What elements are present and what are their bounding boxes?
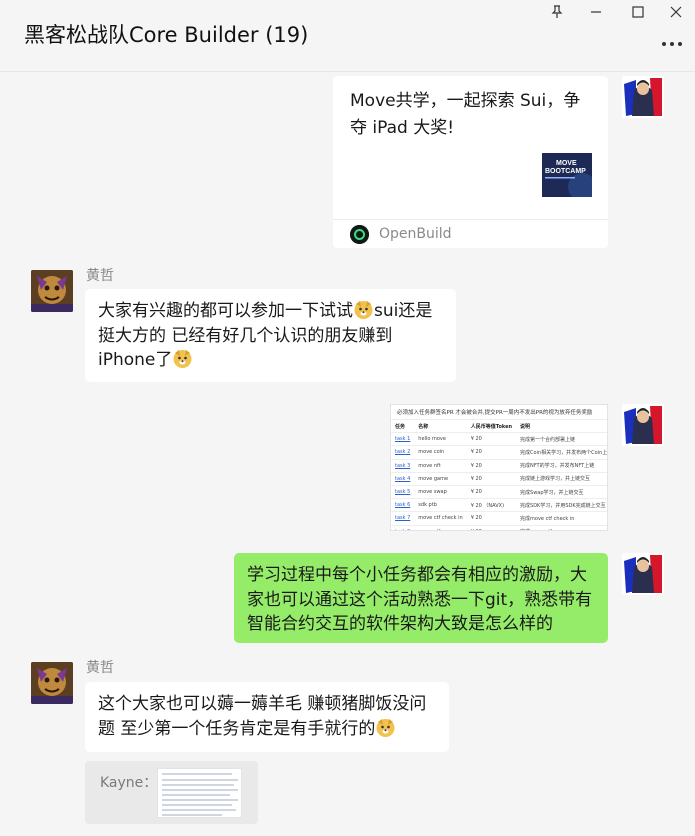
task-link[interactable]: task 7 — [391, 511, 415, 525]
task-table-header: 人民币等值Token — [466, 418, 517, 433]
message-text-line: 题 至少第一个任务肯定是有手就行的 — [98, 718, 376, 739]
sender-avatar[interactable] — [31, 662, 73, 704]
task-table-cell: ¥ 20 — [466, 511, 517, 525]
link-card-source: OpenBuild — [379, 226, 452, 242]
task-table-cell: 完成Swap学习，并上链交互 — [516, 484, 607, 499]
link-card[interactable]: Move共学，一起探索 Sui，争夺 iPad 大奖! MOVE BOOTCAM… — [333, 76, 608, 248]
message-bubble[interactable]: 这个大家也可以薅一薅羊毛 赚顿猪脚饭没问 题 至少第一个任务肯定是有手就行的 — [85, 682, 449, 752]
task-table-row: task 7 move ctf check in ¥ 20 完成move ctf ch… — [391, 511, 607, 525]
task-table-header: 任务 — [391, 418, 415, 433]
chat-title: 黑客松战队Core Builder (19) — [24, 23, 309, 47]
message-text: 学习过程中每个小任务都会有相应的激励，大家也可以通过这个活动熟悉一下git，熟悉… — [247, 565, 593, 634]
task-table-row: task 5 move swap ¥ 20 完成Swap学习，并上链交互 — [391, 484, 607, 499]
task-table-cell: ¥ 20 — [466, 432, 517, 446]
pin-icon[interactable] — [543, 2, 571, 22]
task-table-cell: move nft — [414, 458, 467, 473]
task-link[interactable]: task 1 — [391, 432, 415, 446]
sender-name: 黄哲 — [86, 660, 114, 676]
maximize-icon[interactable] — [624, 2, 652, 22]
task-table-row: task 4 move game ¥ 20 完成链上游戏学习，并上链交互 — [391, 471, 607, 486]
self-avatar[interactable] — [622, 404, 664, 446]
doge-emoji-icon — [172, 348, 193, 369]
self-avatar[interactable] — [622, 76, 664, 118]
task-table-cell: ¥ 20 — [466, 445, 517, 460]
close-icon[interactable] — [662, 2, 690, 22]
message-text-line: 大家有兴趣的都可以参加一下试试 — [98, 301, 353, 321]
task-table-cell: move swap — [414, 484, 467, 499]
sender-name: 黄哲 — [86, 268, 114, 284]
task-table-cell: 完成move ctf check in — [516, 511, 607, 525]
doge-emoji-icon — [353, 299, 374, 320]
task-table-cell: 完成move ctf pow — [516, 524, 607, 530]
task-link[interactable]: task 3 — [391, 458, 415, 473]
task-table-cell: move coin — [414, 445, 467, 460]
task-table-header: 名称 — [414, 418, 467, 433]
thumb-text-2: BOOTCAMP — [545, 168, 586, 175]
task-table-header: 说明 — [516, 418, 607, 433]
more-icon[interactable] — [659, 34, 685, 54]
task-table-row: task 3 move nft ¥ 20 完成NFT的学习，并发布NFT上链 — [391, 458, 607, 473]
task-table-cell: move ctf check in — [414, 511, 467, 525]
task-table-row: task 6 sdk ptb ¥ 20 （NAVX) 完成SDK学习，并用SDK完成链… — [391, 498, 607, 512]
task-table-cell: move ctf pow — [414, 524, 467, 530]
task-link[interactable]: task 8 — [391, 524, 415, 530]
message-text-line: iPhone了 — [98, 350, 173, 370]
task-table: 任务 名称 人民币等值Token 说明 task 1 hello move ¥ 20… — [391, 418, 607, 530]
task-table-cell: 完成NFT的学习，并发布NFT上链 — [516, 458, 607, 473]
self-avatar[interactable] — [622, 553, 664, 595]
task-table-cell: 完成SDK学习，并用SDK完成链上交互 — [516, 498, 607, 512]
openbuild-logo-icon — [350, 225, 369, 244]
minimize-icon[interactable] — [582, 2, 610, 22]
task-link[interactable]: task 6 — [391, 498, 415, 512]
task-link[interactable]: task 4 — [391, 471, 415, 486]
quoted-image-thumbnail — [157, 768, 242, 818]
task-table-row: task 1 hello move ¥ 20 完成第一个合约部署上链 — [391, 432, 607, 446]
task-table-cell: hello move — [414, 432, 467, 446]
task-table-cell: ¥ 20 — [466, 458, 517, 473]
message-text-line: sui还是 — [374, 301, 433, 321]
task-table-cell: move game — [414, 471, 467, 486]
card-divider — [333, 219, 608, 220]
thumb-text-1: MOVE — [556, 160, 577, 167]
link-card-thumbnail: MOVE BOOTCAMP — [542, 153, 592, 197]
doge-emoji-icon — [375, 717, 396, 738]
task-link[interactable]: task 5 — [391, 484, 415, 499]
message-bubble[interactable]: 大家有兴趣的都可以参加一下试试 sui还是 挺大方的 已经有好几个认识的朋友赚到 … — [85, 289, 456, 382]
link-card-title: Move共学，一起探索 Sui，争夺 iPad 大奖! — [350, 91, 581, 138]
task-table-image[interactable]: 必须加入任务群签名PR 才会被合并,提交PR一周内不发出PR的视为放弃任务奖励 … — [390, 404, 608, 531]
task-table-row: task 8move ctf pow¥ 20完成move ctf pow — [391, 524, 607, 530]
task-table-cell: ¥ 20 — [466, 524, 517, 530]
task-table-header-row: 任务 名称 人民币等值Token 说明 — [391, 418, 607, 433]
task-table-cell: ¥ 20 — [466, 484, 517, 499]
message-bubble[interactable]: 学习过程中每个小任务都会有相应的激励，大家也可以通过这个活动熟悉一下git，熟悉… — [234, 553, 608, 643]
sender-avatar[interactable] — [31, 270, 73, 312]
title-bar: 黑客松战队Core Builder (19) — [0, 0, 695, 72]
quoted-message[interactable]: Kayne： — [85, 761, 258, 824]
task-table-cell: ¥ 20 — [466, 471, 517, 486]
task-table-cell: ¥ 20 （NAVX) — [466, 498, 517, 512]
task-table-title: 必须加入任务群签名PR 才会被合并,提交PR一周内不发出PR的视为放弃任务奖励 — [397, 410, 593, 416]
task-table-cell: 完成第一个合约部署上链 — [516, 432, 607, 446]
task-table-row: task 2 move coin ¥ 20 完成Coin相关学习，并发布两个Coin上… — [391, 445, 607, 460]
task-table-cell: 完成Coin相关学习，并发布两个Coin上链 — [516, 445, 607, 460]
quote-author: Kayne： — [100, 775, 158, 791]
task-table-cell: sdk ptb — [414, 498, 467, 512]
message-text-line: 这个大家也可以薅一薅羊毛 赚顿猪脚饭没问 — [98, 694, 427, 714]
task-table-cell: 完成链上游戏学习，并上链交互 — [516, 471, 607, 486]
message-text-line: 挺大方的 已经有好几个认识的朋友赚到 — [98, 325, 393, 346]
task-link[interactable]: task 2 — [391, 445, 415, 460]
